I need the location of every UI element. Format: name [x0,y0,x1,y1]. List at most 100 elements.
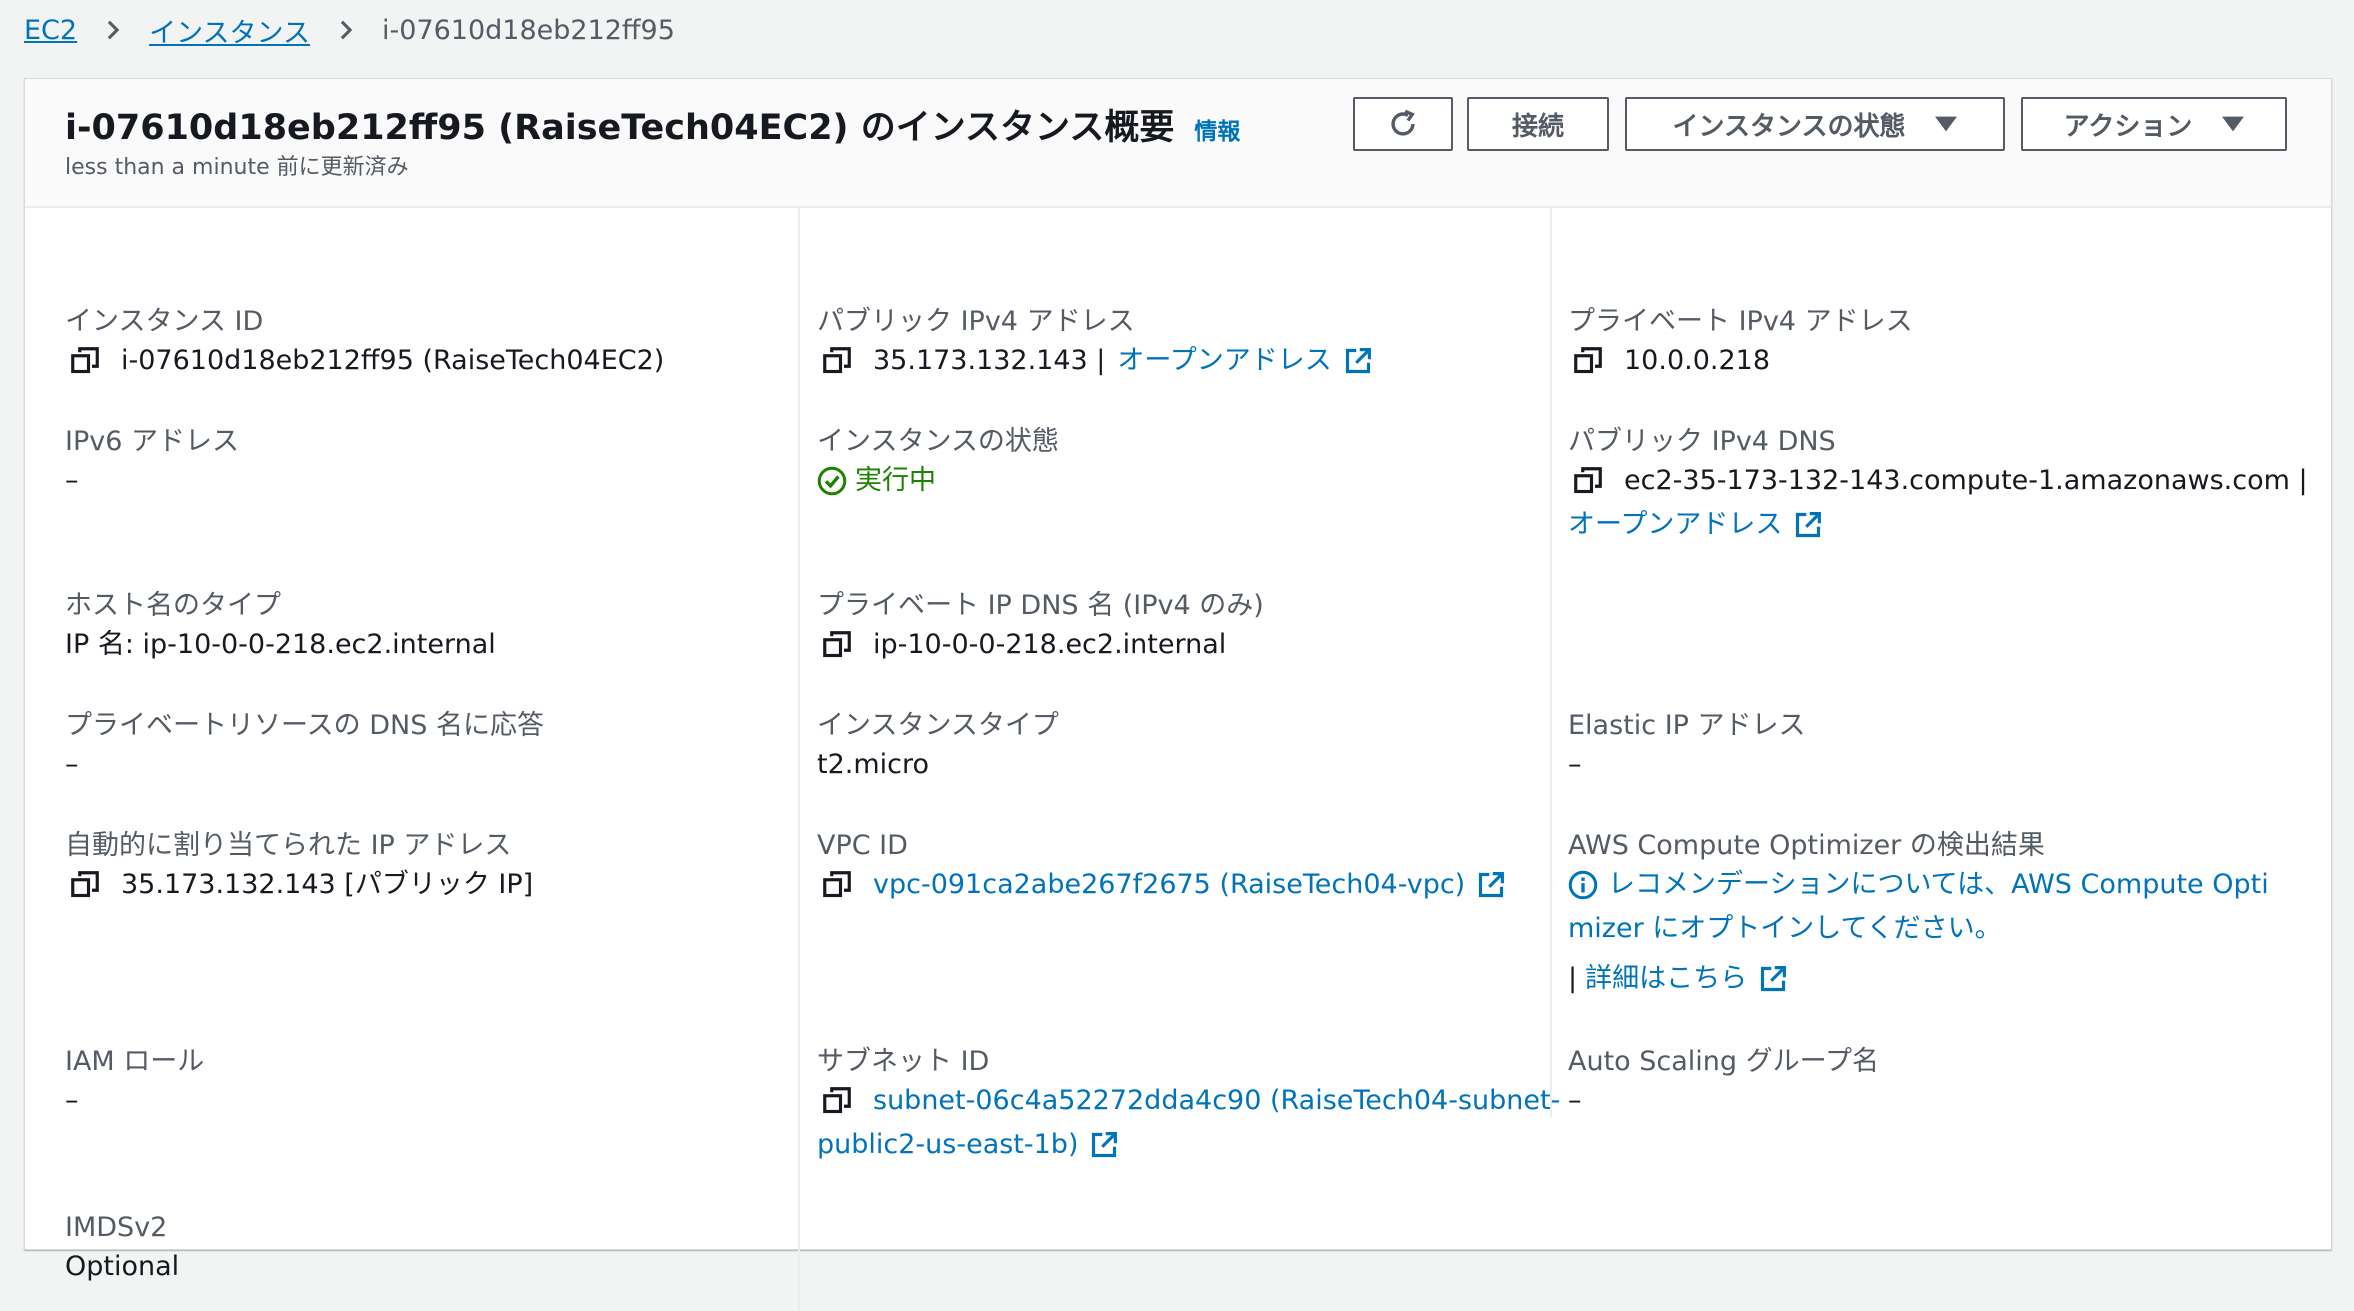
field-label: パブリック IPv4 アドレス [817,306,1135,337]
field-private-ipv4: プライベート IPv4 アドレス 10.0.0.218 [1568,305,1913,383]
field-imdsv2: IMDSv2 Optional [65,1211,179,1289]
field-value: i-07610d18eb212ff95 (RaiseTech04EC2) [65,339,664,383]
field-value: – [65,749,79,780]
field-auto-ip: 自動的に割り当てられた IP アドレス 35.173.132.143 [パブリッ… [65,829,533,907]
field-label: Auto Scaling グループ名 [1568,1046,1880,1077]
instance-state-dropdown[interactable]: インスタンスの状態 [1625,97,2005,151]
field-label: IPv6 アドレス [65,426,239,457]
external-link-icon [1345,348,1371,374]
field-public-dns: パブリック IPv4 DNS ec2-35-173-132-143.comput… [1568,425,2308,547]
field-label: インスタンスの状態 [817,426,1059,457]
copy-icon[interactable] [71,347,99,375]
field-asg-name: Auto Scaling グループ名 – [1568,1045,1879,1123]
field-label: プライベート IP DNS 名 (IPv4 のみ) [817,590,1264,621]
copy-icon[interactable] [1574,467,1602,495]
field-instance-type: インスタンスタイプ t2.micro [817,709,1059,787]
field-label: インスタンス ID [65,306,264,337]
caret-down-icon [1935,116,1958,132]
refresh-icon [1391,109,1415,136]
field-value: – [65,1085,79,1116]
actions-dropdown[interactable]: アクション [2021,97,2287,151]
instance-state-dropdown-label: インスタンスの状態 [1672,111,1906,142]
field-value-continued: mizer にオプトインしてください。 [1568,907,2308,951]
last-updated-text: less than a minute 前に更新済み [65,155,409,180]
connect-button[interactable]: 接続 [1467,97,1609,151]
field-label: VPC ID [817,830,908,861]
field-value: vpc-091ca2abe267f2675 (RaiseTech04-vpc) [817,863,1505,907]
field-value: ip-10-0-0-218.ec2.internal [817,623,1264,667]
field-label: Elastic IP アドレス [1568,710,1806,741]
subnet-id-link-continued[interactable]: public2-us-east-1b) [817,1123,1078,1167]
page-title: i-07610d18eb212ff95 (RaiseTech04EC2) のイン… [65,108,1175,148]
public-ipv4-value: 35.173.132.143 | [873,345,1106,376]
optimizer-opt-in-link[interactable]: レコメンデーションについては、AWS Compute Opti [1608,863,2269,907]
field-compute-optimizer: AWS Compute Optimizer の検出結果 レコメンデーションについ… [1568,829,2308,1001]
info-icon [1568,870,1598,900]
title-row: i-07610d18eb212ff95 (RaiseTech04EC2) のイン… [65,99,1240,150]
field-value-continued: public2-us-east-1b) [817,1123,1547,1167]
panel-header: i-07610d18eb212ff95 (RaiseTech04EC2) のイン… [25,79,2331,208]
field-public-ipv4: パブリック IPv4 アドレス 35.173.132.143 | オープンアドレ… [817,305,1372,383]
field-instance-id: インスタンス ID i-07610d18eb212ff95 (RaiseTech… [65,305,664,383]
chevron-right-icon [326,19,366,41]
field-value: – [1568,1085,1582,1116]
info-link[interactable]: 情報 [1194,112,1240,146]
details-grid: インスタンス ID i-07610d18eb212ff95 (RaiseTech… [25,207,2331,1311]
private-ipv4-value: 10.0.0.218 [1624,345,1770,376]
actions-dropdown-label: アクション [2063,111,2193,142]
field-label: ホスト名のタイプ [65,590,281,621]
public-dns-value: ec2-35-173-132-143.compute-1.amazonaws.c… [1624,465,2308,496]
column-divider [798,207,800,1311]
field-hostname-type: ホスト名のタイプ IP 名: ip-10-0-0-218.ec2.interna… [65,589,496,667]
instance-id-value: i-07610d18eb212ff95 (RaiseTech04EC2) [121,345,665,376]
auto-ip-value: 35.173.132.143 [パブリック IP] [121,869,534,900]
subnet-id-link[interactable]: subnet-06c4a52272dda4c90 (RaiseTech04-su… [873,1079,1560,1123]
field-label: サブネット ID [817,1046,990,1077]
field-label: インスタンスタイプ [817,710,1059,741]
external-link-icon [1761,966,1787,992]
field-value: 実行中 [817,459,1059,503]
field-value: 35.173.132.143 [パブリック IP] [65,863,533,907]
breadcrumb-instances-link[interactable]: インスタンス [149,11,310,50]
breadcrumb-ec2-link[interactable]: EC2 [24,15,77,46]
separator-text: | [1568,963,1578,994]
copy-icon[interactable] [823,347,851,375]
field-label: 自動的に割り当てられた IP アドレス [65,830,512,861]
status-badge: 実行中 [855,465,936,496]
optimizer-opt-in-link-continued[interactable]: mizer にオプトインしてください。 [1568,907,2002,951]
field-instance-state: インスタンスの状態 実行中 [817,425,1059,503]
open-address-link[interactable]: オープンアドレス [1117,339,1331,383]
learn-more-link[interactable]: 詳細はこちら [1585,957,1747,1001]
field-value: ec2-35-173-132-143.compute-1.amazonaws.c… [1568,459,2308,503]
field-value: t2.micro [817,749,930,780]
field-value: 35.173.132.143 | オープンアドレス [817,339,1372,383]
copy-icon[interactable] [823,631,851,659]
field-ipv6: IPv6 アドレス – [65,425,239,503]
open-address-link[interactable]: オープンアドレス [1568,503,1782,547]
chevron-right-icon [93,19,133,41]
field-subnet-id: サブネット ID subnet-06c4a52272dda4c90 (Raise… [817,1045,1560,1167]
field-value-continued: オープンアドレス [1568,503,2308,547]
field-value: Optional [65,1251,180,1282]
vpc-id-link[interactable]: vpc-091ca2abe267f2675 (RaiseTech04-vpc) [873,863,1465,907]
refresh-button[interactable] [1353,97,1453,151]
instance-summary-panel: i-07610d18eb212ff95 (RaiseTech04EC2) のイン… [24,78,2332,1311]
connect-button-label: 接続 [1511,111,1564,142]
private-dns-value: ip-10-0-0-218.ec2.internal [873,629,1227,660]
caret-down-icon [2222,116,2245,132]
field-label: IAM ロール [65,1046,205,1077]
field-value: IP 名: ip-10-0-0-218.ec2.internal [65,629,496,660]
field-value: – [1568,749,1582,780]
field-value: レコメンデーションについては、AWS Compute Opti [1568,863,2308,907]
field-value: subnet-06c4a52272dda4c90 (RaiseTech04-su… [817,1079,1560,1123]
copy-icon[interactable] [1574,347,1602,375]
field-label: AWS Compute Optimizer の検出結果 [1568,830,2045,861]
field-elastic-ip: Elastic IP アドレス – [1568,709,1806,787]
copy-icon[interactable] [823,871,851,899]
copy-icon[interactable] [71,871,99,899]
copy-icon[interactable] [823,1087,851,1115]
field-value: 10.0.0.218 [1568,339,1913,383]
external-link-icon [1479,872,1505,898]
field-label: IMDSv2 [65,1212,168,1243]
field-private-dns: プライベート IP DNS 名 (IPv4 のみ) ip-10-0-0-218.… [817,589,1264,667]
